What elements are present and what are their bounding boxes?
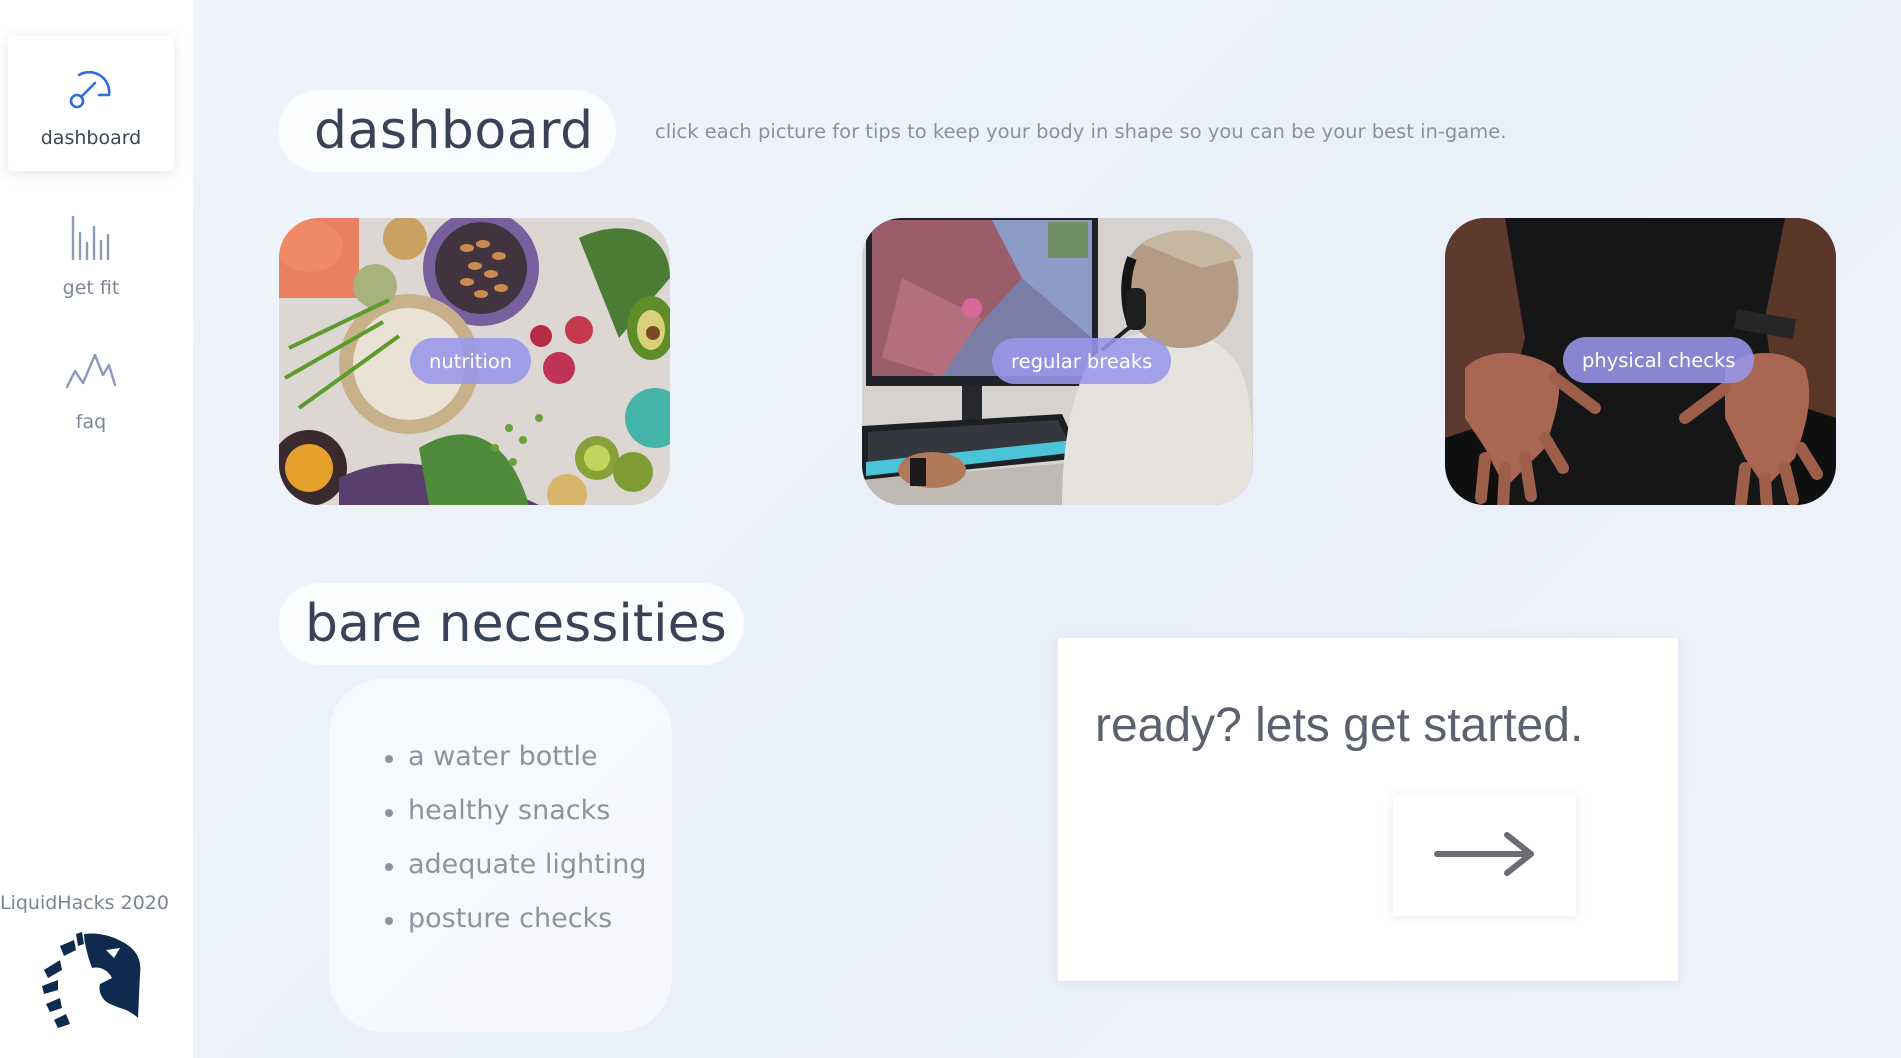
speedometer-icon: [63, 59, 119, 115]
sidebar: dashboard get fit faq LiquidHacks 2020: [0, 0, 193, 1058]
card-nutrition[interactable]: nutrition: [279, 218, 670, 505]
card-label: physical checks: [1563, 337, 1755, 383]
card-physical-checks[interactable]: physical checks: [1445, 218, 1836, 505]
arrow-right-icon: [1433, 829, 1537, 883]
card-label: regular breaks: [992, 338, 1172, 384]
pulse-line-icon: [63, 343, 119, 399]
sidebar-item-label: get fit: [62, 276, 120, 299]
get-started-button[interactable]: [1393, 795, 1576, 916]
list-item: adequate lighting: [385, 847, 646, 901]
bar-chart-icon: [63, 209, 119, 265]
sidebar-item-dashboard[interactable]: dashboard: [8, 36, 174, 171]
get-started-card: ready? lets get started.: [1058, 638, 1678, 981]
sidebar-item-get-fit[interactable]: get fit: [8, 186, 174, 321]
card-regular-breaks[interactable]: regular breaks: [862, 218, 1253, 505]
page-title: dashboard: [278, 90, 616, 172]
sidebar-item-label: faq: [75, 410, 107, 433]
page-subtitle: click each picture for tips to keep your…: [655, 120, 1507, 143]
sidebar-item-faq[interactable]: faq: [8, 320, 174, 455]
list-item: a water bottle: [385, 739, 646, 793]
liquid-horse-logo: [40, 930, 148, 1030]
section-title: bare necessities: [278, 583, 744, 665]
necessities-list: a water bottle healthy snacks adequate l…: [329, 679, 672, 1032]
list-item: posture checks: [385, 901, 646, 955]
brand-text: LiquidHacks 2020: [0, 892, 169, 914]
sidebar-item-label: dashboard: [40, 126, 142, 149]
cta-text: ready? lets get started.: [1095, 699, 1584, 752]
card-label: nutrition: [410, 338, 532, 384]
list-item: healthy snacks: [385, 793, 646, 847]
